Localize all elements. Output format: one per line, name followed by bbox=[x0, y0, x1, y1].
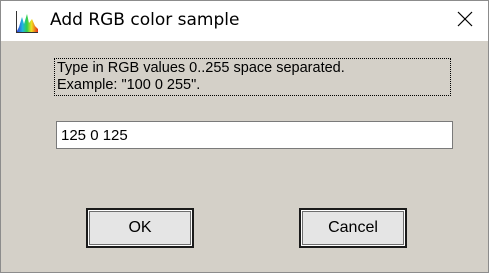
rgb-value-input[interactable] bbox=[56, 121, 453, 149]
window-title: Add RGB color sample bbox=[50, 10, 240, 30]
instructions-label: Type in RGB values 0..255 space separate… bbox=[54, 58, 451, 96]
dialog-window: Add RGB color sample Type in RGB values … bbox=[0, 0, 489, 273]
dialog-body: Type in RGB values 0..255 space separate… bbox=[1, 41, 488, 272]
close-button[interactable] bbox=[442, 1, 488, 41]
close-icon bbox=[457, 11, 473, 32]
instructions-line-1: Type in RGB values 0..255 space separate… bbox=[57, 60, 345, 76]
instructions-line-2: Example: "100 0 255". bbox=[57, 77, 201, 93]
spectrum-icon bbox=[16, 11, 38, 33]
cancel-button[interactable]: Cancel bbox=[299, 208, 407, 248]
title-bar[interactable]: Add RGB color sample bbox=[1, 1, 488, 41]
ok-button[interactable]: OK bbox=[86, 208, 194, 248]
